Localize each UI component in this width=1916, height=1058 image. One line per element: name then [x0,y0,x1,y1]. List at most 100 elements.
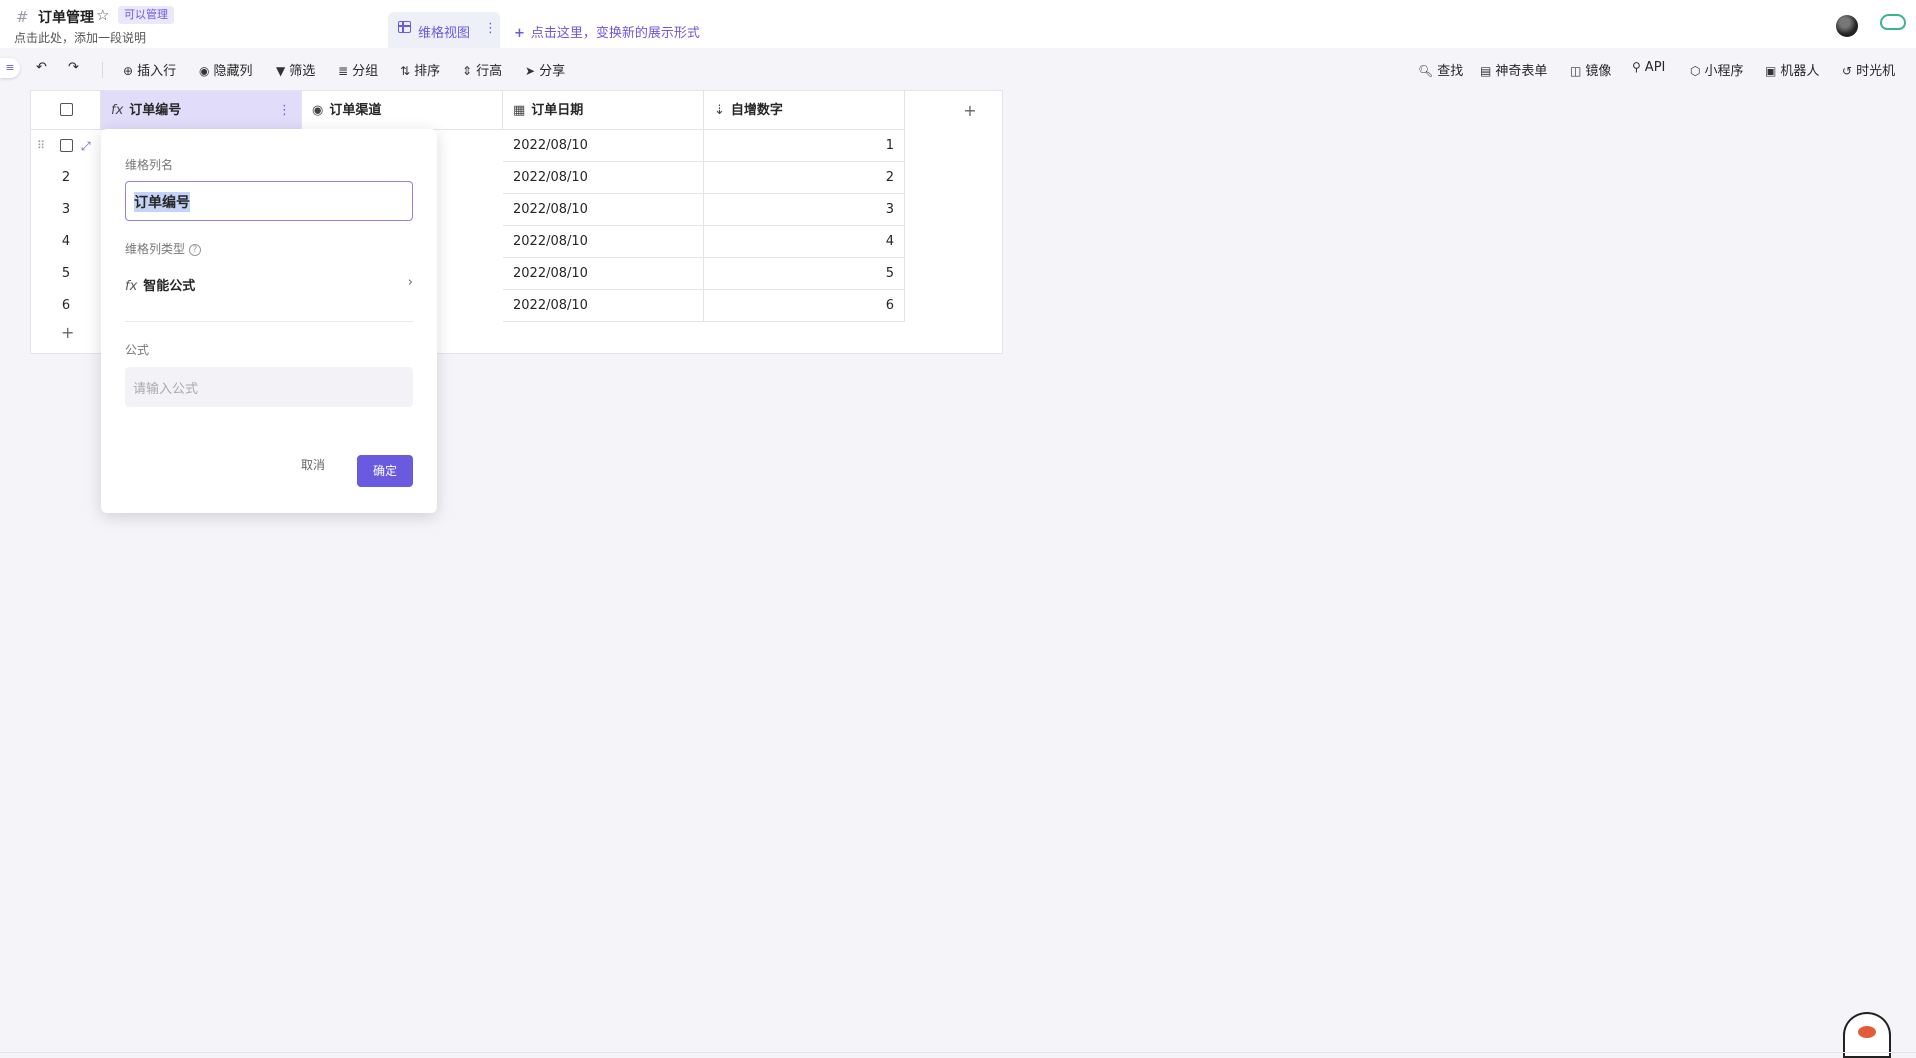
column-header-date[interactable]: ▦ 订单日期 [503,91,704,130]
mini-program-button[interactable]: ⬡ 小程序 [1690,60,1744,79]
share-icon: ➤ [525,64,536,78]
group-icon: ≣ [338,64,349,78]
column-name-label: 维格列名 [125,158,174,172]
robot-icon: ▣ [1765,64,1777,78]
hide-columns-button[interactable]: ◉ 隐藏列 [199,60,253,79]
row-index[interactable]: 3 [31,194,101,226]
api-icon: ⚲ [1632,60,1641,74]
column-type-label-text: 维格列类型 [125,242,186,256]
row-height-icon: ⇕ [462,64,473,78]
group-button[interactable]: ≣ 分组 [338,60,378,79]
table-cell-date[interactable]: 2022/08/10 [503,226,704,258]
toolbar-divider [102,62,103,78]
header: # 订单管理 ☆ 可以管理 点击此处，添加一段说明 维格视图 ⋮ + 点击这里，变… [0,0,1916,48]
view-tab-grid[interactable]: 维格视图 ⋮ [388,12,500,48]
row-index[interactable]: 2 [31,162,101,194]
column-header-label: 订单日期 [531,103,584,118]
formula-placeholder: 请输入公式 [133,382,199,397]
hash-icon: # [16,8,29,26]
table-cell-number[interactable]: 3 [704,194,905,226]
column-edit-popup: 维格列名 订单编号 维格列类型? fx 智能公式 › 公式 请输入公式 取消 确定 [101,129,437,513]
select-all-checkbox[interactable] [60,103,73,116]
cloud-icon[interactable] [1880,14,1906,30]
column-header-order-id[interactable]: fx 订单编号 ⋮ [101,91,302,130]
insert-row-button[interactable]: ⊕ 插入行 [123,60,176,79]
formula-input[interactable]: 请输入公式 [125,367,413,407]
column-header-channel[interactable]: ◉ 订单渠道 [302,91,503,130]
table-cell-date[interactable]: 2022/08/10 [503,258,704,290]
insert-row-label: 插入行 [137,64,177,79]
add-view-button[interactable]: + 点击这里，变换新的展示形式 [514,22,700,41]
add-row-button[interactable]: + [61,323,74,342]
column-header-label: 订单编号 [129,103,182,118]
toolbar: ≡ ↶ ↷ ⊕ 插入行 ◉ 隐藏列 ▼ 筛选 ≣ 分组 ⇅ 排序 ⇕ 行高 ➤ 分享 🔍︎ 查找… [0,48,1916,90]
table-cell-number[interactable]: 5 [704,258,905,290]
share-button[interactable]: ➤ 分享 [525,60,565,79]
row-index[interactable]: 4 [31,226,101,258]
sidebar-toggle-icon[interactable]: ≡ [0,58,20,78]
search-button[interactable]: 🔍︎ 查找 [1418,60,1463,79]
column-header-autonumber[interactable]: ⇣ 自增数字 [704,91,905,130]
filter-button[interactable]: ▼ 筛选 [276,60,315,79]
select-all-header [31,91,101,130]
table-cell-date[interactable]: 2022/08/10 [503,290,704,322]
table-cell-date[interactable]: 2022/08/10 [503,162,704,194]
table-cell-number[interactable]: 6 [704,290,905,322]
time-machine-button[interactable]: ↺ 时光机 [1842,60,1895,79]
row-checkbox[interactable] [60,139,73,152]
column-header-label: 订单渠道 [329,103,382,118]
redo-icon[interactable]: ↷ [68,60,79,75]
search-icon: 🔍︎ [1418,64,1434,78]
robot-button[interactable]: ▣ 机器人 [1765,60,1819,79]
more-vertical-icon[interactable]: ⋮ [484,21,497,36]
history-icon: ↺ [1842,64,1853,78]
column-name-input[interactable]: 订单编号 [125,181,413,221]
share-label: 分享 [539,64,566,79]
mirror-label: 镜像 [1585,64,1612,79]
filter-label: 筛选 [289,64,316,79]
row-index[interactable]: 5 [31,258,101,290]
table-cell-date[interactable]: 2022/08/10 [503,194,704,226]
table-cell-number[interactable]: 2 [704,162,905,194]
expand-icon[interactable]: ⤢ [81,130,91,162]
magic-form-label: 神奇表单 [1495,64,1548,79]
app-root: # 订单管理 ☆ 可以管理 点击此处，添加一段说明 维格视图 ⋮ + 点击这里，变… [0,0,1916,1058]
api-button[interactable]: ⚲ API [1632,60,1665,75]
fx-icon: fx [111,103,124,118]
confirm-button[interactable]: 确定 [357,455,413,487]
table-cell-date[interactable]: 2022/08/10 [503,130,704,162]
row-handle[interactable]: ⠿ ⤢ [31,130,101,162]
drag-handle-icon[interactable]: ⠿ [37,130,45,162]
undo-icon[interactable]: ↶ [36,60,47,75]
datasheet-title[interactable]: 订单管理 [38,7,94,27]
description-text[interactable]: 点击此处，添加一段说明 [14,29,146,46]
robot-label: 机器人 [1780,64,1820,79]
sort-button[interactable]: ⇅ 排序 [400,60,440,79]
chevron-right-icon: › [407,275,413,290]
table-cell-number[interactable]: 4 [704,226,905,258]
sort-icon: ⇅ [400,64,411,78]
add-column-button[interactable]: + [936,91,1004,130]
column-name-value: 订单编号 [134,192,190,212]
api-label: API [1644,60,1666,75]
avatar[interactable] [1836,15,1858,37]
cancel-button[interactable]: 取消 [301,456,325,473]
column-menu-icon[interactable]: ⋮ [278,91,291,130]
calendar-icon: ▦ [513,103,526,118]
add-view-label: 点击这里，变换新的展示形式 [530,26,700,41]
column-type-select[interactable]: fx 智能公式 › [125,275,413,299]
help-icon[interactable]: ? [189,243,202,256]
star-icon[interactable]: ☆ [96,6,109,24]
column-type-label: 维格列类型? [125,240,202,257]
row-index[interactable]: 6 [31,290,101,322]
mirror-button[interactable]: ◫ 镜像 [1570,60,1611,79]
grid-view-icon [398,21,411,33]
table-cell-number[interactable]: 1 [704,130,905,162]
plus-icon: + [514,26,525,41]
plus-circle-icon: ⊕ [123,64,134,78]
fx-icon: fx [125,279,138,294]
autonumber-icon: ⇣ [714,103,725,118]
permission-badge: 可以管理 [118,6,174,24]
row-height-button[interactable]: ⇕ 行高 [462,60,502,79]
magic-form-button[interactable]: ▤ 神奇表单 [1480,60,1547,79]
